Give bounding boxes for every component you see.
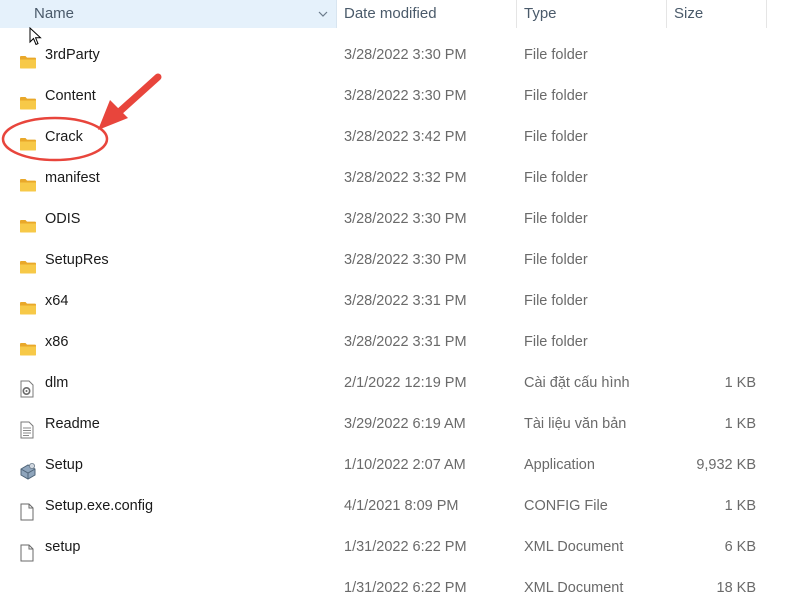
file-type: File folder xyxy=(524,211,588,227)
file-name: ODIS xyxy=(45,211,81,227)
file-row[interactable]: x64 3/28/2022 3:31 PM File folder xyxy=(0,281,787,322)
file-date-modified: 1/31/2022 6:22 PM xyxy=(344,580,467,596)
file-size: 6 KB xyxy=(724,539,756,555)
column-header-size-label: Size xyxy=(674,5,704,22)
file-name: dlm xyxy=(45,375,69,391)
file-name: x64 xyxy=(45,293,69,309)
file-type: File folder xyxy=(524,88,588,104)
file-type: CONFIG File xyxy=(524,498,608,514)
file-name: Readme xyxy=(45,416,100,432)
file-type: File folder xyxy=(524,293,588,309)
file-row[interactable]: dlm 2/1/2022 12:19 PM Cài đặt cấu hình 1… xyxy=(0,363,787,404)
file-date-modified: 3/29/2022 6:19 AM xyxy=(344,416,466,432)
file-row[interactable]: Content 3/28/2022 3:30 PM File folder xyxy=(0,76,787,117)
file-type: File folder xyxy=(524,47,588,63)
file-date-modified: 1/10/2022 2:07 AM xyxy=(344,457,466,473)
column-header-name[interactable]: Name xyxy=(0,0,337,28)
file-row[interactable]: SetupRes 3/28/2022 3:30 PM File folder xyxy=(0,240,787,281)
column-header-date-modified[interactable]: Date modified xyxy=(337,0,517,28)
file-date-modified: 3/28/2022 3:32 PM xyxy=(344,170,467,186)
file-list: 3rdParty 3/28/2022 3:30 PM File folder C… xyxy=(0,35,787,609)
column-header-name-label: Name xyxy=(34,5,75,22)
column-header-type-label: Type xyxy=(524,5,557,22)
file-size: 9,932 KB xyxy=(696,457,756,473)
file-name: Content xyxy=(45,88,96,104)
file-name: Setup xyxy=(45,457,83,473)
file-name: SetupRes xyxy=(45,252,109,268)
file-date-modified: 3/28/2022 3:30 PM xyxy=(344,211,467,227)
file-date-modified: 3/28/2022 3:30 PM xyxy=(344,88,467,104)
file-name: Setup.exe.config xyxy=(45,498,154,514)
file-row[interactable]: Setup 1/10/2022 2:07 AM Application 9,93… xyxy=(0,445,787,486)
file-date-modified: 3/28/2022 3:30 PM xyxy=(344,252,467,268)
file-date-modified: 3/28/2022 3:42 PM xyxy=(344,129,467,145)
file-row[interactable]: Readme 3/29/2022 6:19 AM Tài liệu văn bả… xyxy=(0,404,787,445)
file-row[interactable]: Crack 3/28/2022 3:42 PM File folder xyxy=(0,117,787,158)
column-header-date-label: Date modified xyxy=(344,5,437,22)
column-header-bar: Name Date modified Type Size xyxy=(0,0,787,30)
file-name: 3rdParty xyxy=(45,47,100,63)
file-name: x86 xyxy=(45,334,69,350)
file-type: XML Document xyxy=(524,539,624,555)
file-name: Crack xyxy=(45,129,83,145)
file-size: 1 KB xyxy=(724,416,756,432)
file-type: Application xyxy=(524,457,595,473)
file-type: XML Document xyxy=(524,580,624,596)
column-header-type[interactable]: Type xyxy=(517,0,667,28)
file-type: File folder xyxy=(524,252,588,268)
file-date-modified: 4/1/2021 8:09 PM xyxy=(344,498,459,514)
mouse-cursor-icon xyxy=(29,27,42,46)
file-date-modified: 3/28/2022 3:31 PM xyxy=(344,334,467,350)
file-name: manifest xyxy=(45,170,100,186)
file-size: 1 KB xyxy=(724,498,756,514)
file-type: File folder xyxy=(524,170,588,186)
file-size: 1 KB xyxy=(724,375,756,391)
file-date-modified: 3/28/2022 3:30 PM xyxy=(344,47,467,63)
file-row[interactable]: 1/31/2022 6:22 PM XML Document 18 KB xyxy=(0,568,787,609)
chevron-down-icon[interactable] xyxy=(318,9,328,19)
file-type: Tài liệu văn bản xyxy=(524,416,627,432)
column-header-size[interactable]: Size xyxy=(667,0,767,28)
file-name: setup xyxy=(45,539,81,555)
file-row[interactable]: x86 3/28/2022 3:31 PM File folder xyxy=(0,322,787,363)
file-date-modified: 1/31/2022 6:22 PM xyxy=(344,539,467,555)
file-date-modified: 3/28/2022 3:31 PM xyxy=(344,293,467,309)
file-type: Cài đặt cấu hình xyxy=(524,375,630,391)
file-date-modified: 2/1/2022 12:19 PM xyxy=(344,375,467,391)
file-row[interactable]: Setup.exe.config 4/1/2021 8:09 PM CONFIG… xyxy=(0,486,787,527)
file-row[interactable]: ODIS 3/28/2022 3:30 PM File folder xyxy=(0,199,787,240)
file-size: 18 KB xyxy=(716,580,757,596)
file-type: File folder xyxy=(524,129,588,145)
file-row[interactable]: 3rdParty 3/28/2022 3:30 PM File folder xyxy=(0,35,787,76)
file-row[interactable]: manifest 3/28/2022 3:32 PM File folder xyxy=(0,158,787,199)
file-type: File folder xyxy=(524,334,588,350)
file-row[interactable]: setup 1/31/2022 6:22 PM XML Document 6 K… xyxy=(0,527,787,568)
